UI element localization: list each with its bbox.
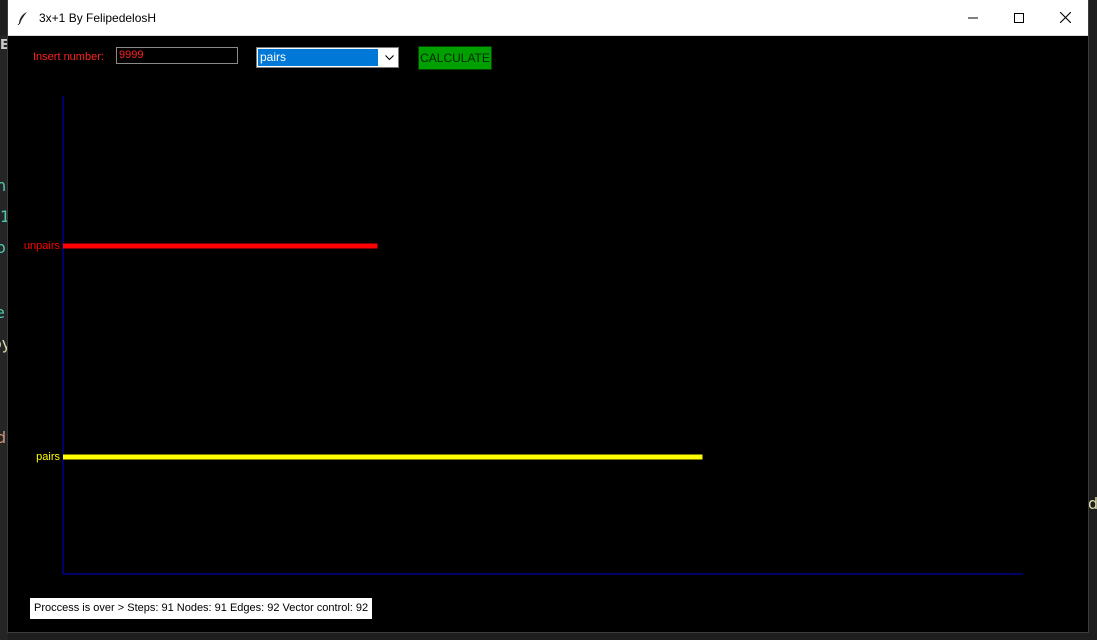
close-icon bbox=[1059, 12, 1071, 23]
feather-icon bbox=[17, 11, 31, 25]
background-text-fragment: o bbox=[0, 238, 6, 257]
minimize-button[interactable] bbox=[950, 0, 996, 35]
bar-label-pairs: pairs bbox=[36, 451, 60, 463]
bar-label-unpairs: unpairs bbox=[24, 240, 61, 252]
minimize-icon bbox=[968, 17, 978, 18]
background-text-fragment: d bbox=[0, 428, 7, 447]
bar-chart: unpairs pairs bbox=[24, 96, 1023, 575]
window-controls bbox=[950, 0, 1088, 35]
maximize-icon bbox=[1014, 12, 1024, 23]
background-text-fragment: e bbox=[0, 303, 5, 322]
background-text-fragment: d bbox=[1088, 494, 1097, 513]
window-title: 3x+1 By FelipedelosH bbox=[39, 10, 157, 25]
app-client-area: Insert number: 9999 pairs CALCULATE unpa… bbox=[8, 36, 1088, 632]
app-window: 3x+1 By FelipedelosH Insert number: 9999… bbox=[8, 0, 1088, 632]
close-button[interactable] bbox=[1042, 0, 1088, 35]
maximize-button[interactable] bbox=[996, 0, 1042, 35]
title-bar[interactable]: 3x+1 By FelipedelosH bbox=[8, 0, 1088, 36]
status-message: Proccess is over > Steps: 91 Nodes: 91 E… bbox=[30, 598, 373, 619]
